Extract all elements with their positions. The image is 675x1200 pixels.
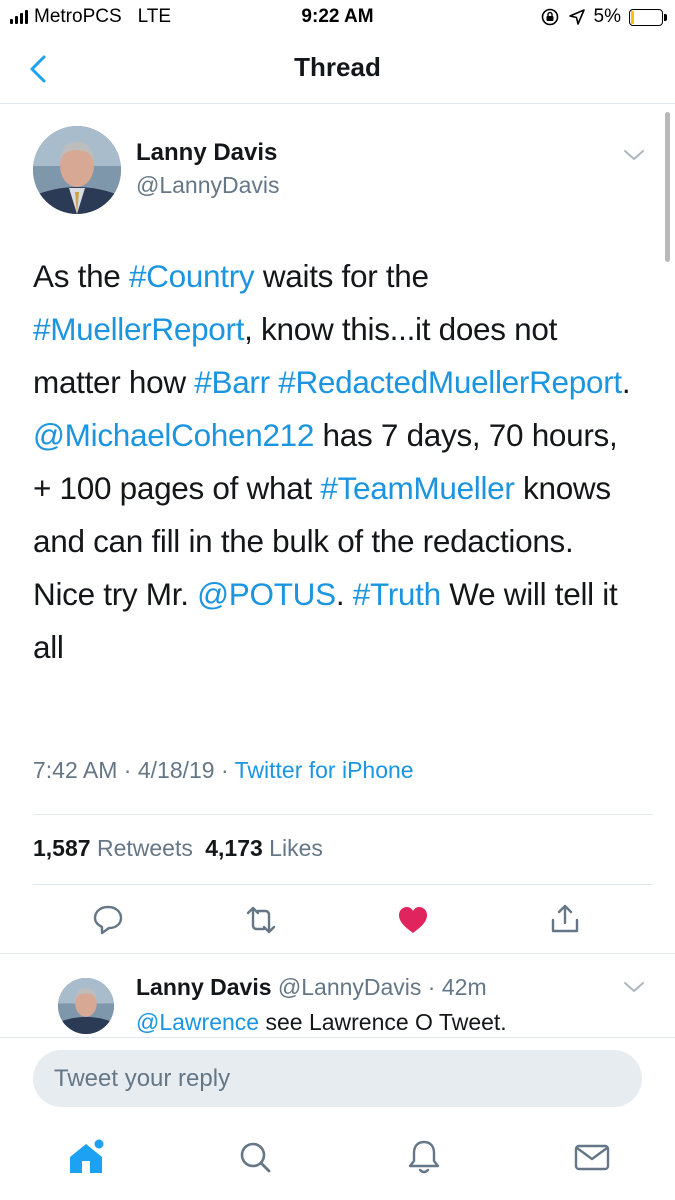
- tweet-date: 4/18/19: [137, 757, 215, 783]
- tab-bar: [0, 1125, 675, 1200]
- meta-separator: ·: [117, 757, 138, 783]
- tweet-link[interactable]: #Truth: [353, 576, 441, 612]
- orientation-lock-icon: [541, 8, 558, 26]
- nav-bar: Thread: [0, 36, 675, 104]
- tweet-text-segment: .: [335, 576, 353, 612]
- avatar-photo: [58, 978, 114, 1034]
- tweet-text-segment: As the: [33, 258, 129, 294]
- author-name[interactable]: Lanny Davis: [136, 139, 277, 167]
- notifications-icon[interactable]: [404, 1137, 444, 1177]
- likes-stat[interactable]: 4,173 Likes: [205, 835, 323, 861]
- divider: [33, 814, 653, 815]
- tweet-text-segment: [270, 364, 278, 400]
- page-title: Thread: [294, 52, 381, 82]
- reply-author-handle[interactable]: @LannyDavis: [278, 974, 422, 1000]
- battery-percent: 5%: [593, 6, 621, 27]
- share-icon[interactable]: [548, 902, 582, 936]
- author-handle[interactable]: @LannyDavis: [136, 172, 280, 199]
- search-icon[interactable]: [235, 1137, 275, 1177]
- divider: [0, 953, 675, 954]
- avatar[interactable]: [33, 126, 121, 214]
- reply-avatar[interactable]: [58, 978, 114, 1034]
- home-icon[interactable]: [66, 1137, 106, 1177]
- reply-time: 42m: [441, 974, 487, 1000]
- scrollbar[interactable]: [665, 112, 670, 262]
- likes-label: Likes: [269, 835, 323, 861]
- tweet-link[interactable]: @POTUS: [197, 576, 336, 612]
- reply-mention-link[interactable]: @Lawrence: [136, 1009, 259, 1035]
- reply-icon[interactable]: [91, 902, 125, 936]
- tweet-link[interactable]: #RedactedMuellerReport: [278, 364, 622, 400]
- tweet-link[interactable]: #Country: [129, 258, 255, 294]
- reply-text: @Lawrence see Lawrence O Tweet.: [136, 1009, 507, 1036]
- retweets-count: 1,587: [33, 835, 91, 861]
- tweet-link[interactable]: #TeamMueller: [320, 470, 515, 506]
- retweet-icon[interactable]: [244, 903, 278, 937]
- tweet-text-segment: waits for the: [254, 258, 429, 294]
- tweet-link[interactable]: #Barr: [194, 364, 270, 400]
- heart-icon[interactable]: [396, 903, 430, 937]
- tweet-source-link[interactable]: Twitter for iPhone: [235, 757, 414, 783]
- tweet-time: 7:42 AM: [33, 757, 118, 783]
- tweet-link[interactable]: @MichaelCohen212: [33, 417, 314, 453]
- tweet-stats: 1,587 Retweets 4,173 Likes: [33, 835, 323, 862]
- tweet-actions: [0, 898, 675, 944]
- reply-input-placeholder: Tweet your reply: [54, 1065, 231, 1092]
- tweet-link[interactable]: #MuellerReport: [33, 311, 244, 347]
- retweets-stat[interactable]: 1,587 Retweets: [33, 835, 193, 861]
- tweet-meta: 7:42 AM · 4/18/19 · Twitter for iPhone: [33, 757, 414, 784]
- reply-author-name[interactable]: Lanny Davis: [136, 974, 272, 1000]
- chevron-down-icon[interactable]: [623, 148, 645, 162]
- battery-icon: [629, 8, 667, 26]
- reply-input[interactable]: Tweet your reply: [33, 1050, 642, 1107]
- status-bar: MetroPCS LTE 9:22 AM 5%: [0, 0, 675, 36]
- meta-separator: ·: [421, 974, 442, 1000]
- likes-count: 4,173: [205, 835, 263, 861]
- avatar-photo: [33, 126, 121, 214]
- retweets-label: Retweets: [96, 835, 193, 861]
- tweet-text-segment: .: [621, 364, 631, 400]
- location-icon: [568, 9, 585, 25]
- divider: [33, 884, 653, 885]
- status-right: 5%: [540, 6, 667, 28]
- tweet-text: As the #Country waits for the #MuellerRe…: [33, 250, 643, 674]
- chevron-down-icon[interactable]: [623, 980, 645, 994]
- meta-separator: ·: [214, 757, 235, 783]
- reply-text-body: see Lawrence O Tweet.: [259, 1009, 507, 1035]
- reply-header: Lanny Davis @LannyDavis · 42m: [136, 974, 487, 1001]
- messages-icon[interactable]: [572, 1137, 612, 1177]
